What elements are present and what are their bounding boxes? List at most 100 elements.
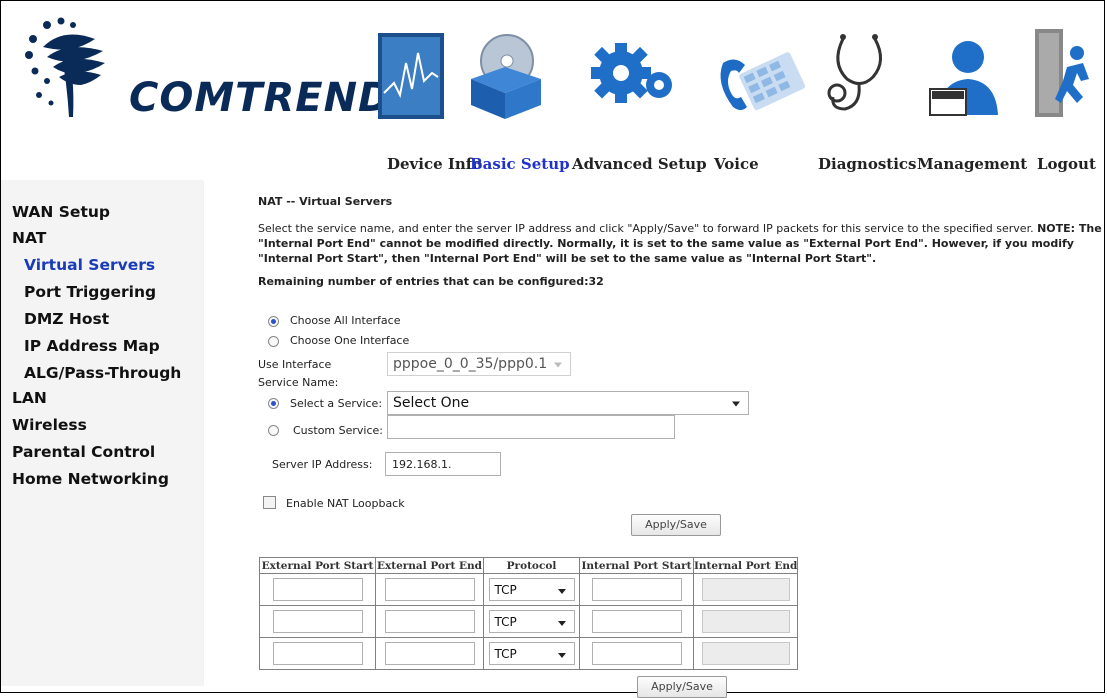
external-port-end-input[interactable] (384, 578, 475, 601)
col-external-port-end: External Port End (375, 557, 484, 574)
choose-one-interface-radio[interactable] (268, 336, 279, 347)
nav-device-info[interactable]: Device Info (387, 155, 482, 173)
protocol-select[interactable]: TCP (488, 642, 575, 665)
table-cell (692, 637, 799, 670)
col-internal-port-start: Internal Port Start (579, 557, 694, 574)
internal-port-end-input (701, 610, 790, 633)
choose-one-interface-label: Choose One Interface (290, 334, 410, 347)
internal-port-end-input (701, 642, 790, 665)
table-cell (375, 573, 484, 606)
comtrend-logo-icon (25, 17, 105, 117)
sidebar-item-nat[interactable]: NAT (12, 229, 46, 247)
table-cell: TCP (483, 637, 580, 670)
custom-service-input[interactable] (387, 415, 675, 439)
protocol-value: TCP (494, 615, 517, 629)
description-text: Select the service name, and enter the s… (258, 222, 1038, 235)
sidebar-item-port-triggering[interactable]: Port Triggering (24, 283, 156, 301)
use-interface-select[interactable]: pppoe_0_0_35/ppp0.1 (387, 352, 571, 376)
chevron-down-icon (557, 653, 566, 658)
sidebar-item-parental-control[interactable]: Parental Control (12, 443, 155, 461)
description: Select the service name, and enter the s… (258, 221, 1107, 266)
col-internal-port-end: Internal Port End (692, 557, 799, 574)
internal-port-start-input[interactable] (591, 578, 682, 601)
external-port-start-input[interactable] (272, 610, 363, 633)
sidebar-item-wan-setup[interactable]: WAN Setup (12, 203, 110, 221)
external-port-start-input[interactable] (272, 642, 363, 665)
chevron-down-icon (554, 362, 562, 368)
nav-advanced-setup[interactable]: Advanced Setup (572, 155, 707, 173)
table-cell (692, 573, 799, 606)
internal-port-end-input (701, 578, 790, 601)
brand-name: COMTREND (129, 75, 393, 121)
table-row: TCP (259, 605, 799, 638)
service-select[interactable]: Select One (387, 391, 749, 415)
internal-port-start-input[interactable] (591, 642, 682, 665)
protocol-value: TCP (494, 647, 517, 661)
sidebar-item-ip-address-map[interactable]: IP Address Map (24, 337, 160, 355)
service-select-value: Select One (393, 395, 470, 411)
sidebar-item-alg-pass-through[interactable]: ALG/Pass-Through (24, 364, 181, 382)
col-external-port-start: External Port Start (259, 557, 376, 574)
service-name-label: Service Name: (258, 376, 339, 389)
nat-loopback-label: Enable NAT Loopback (286, 497, 405, 510)
table-cell (259, 605, 376, 638)
nav-diagnostics[interactable]: Diagnostics (818, 155, 916, 173)
custom-service-radio[interactable] (268, 425, 279, 436)
sidebar-item-dmz-host[interactable]: DMZ Host (24, 310, 109, 328)
main-content: NAT -- Virtual Servers Select the servic… (203, 181, 1107, 698)
monitor-graph-icon[interactable] (376, 23, 446, 121)
page-title: NAT -- Virtual Servers (258, 195, 393, 208)
protocol-select[interactable]: TCP (488, 610, 575, 633)
table-cell (579, 573, 694, 606)
nat-loopback-checkbox[interactable] (263, 496, 276, 509)
protocol-select[interactable]: TCP (488, 578, 575, 601)
sidebar-item-lan[interactable]: LAN (12, 389, 47, 407)
table-cell (579, 605, 694, 638)
server-ip-label: Server IP Address: (272, 458, 373, 471)
external-port-end-input[interactable] (384, 642, 475, 665)
table-cell (375, 637, 484, 670)
choose-all-interface-radio[interactable] (268, 316, 279, 327)
select-service-label: Select a Service: (290, 397, 383, 410)
external-port-end-input[interactable] (384, 610, 475, 633)
port-table: External Port Start External Port End Pr… (259, 557, 799, 670)
table-header-row: External Port Start External Port End Pr… (259, 557, 799, 574)
select-service-radio[interactable] (268, 398, 279, 409)
protocol-value: TCP (494, 583, 517, 597)
choose-all-interface-label: Choose All Interface (290, 314, 401, 327)
sidebar-item-virtual-servers[interactable]: Virtual Servers (24, 256, 155, 274)
table-cell: TCP (483, 573, 580, 606)
apply-save-button[interactable]: Apply/Save (631, 514, 721, 536)
table-cell (259, 573, 376, 606)
sidebar: WAN Setup NAT Virtual Servers Port Trigg… (1, 181, 203, 686)
server-ip-input[interactable]: 192.168.1. (385, 452, 501, 476)
nav-voice[interactable]: Voice (714, 155, 759, 173)
phone-keypad-icon[interactable] (711, 23, 807, 121)
internal-port-start-input[interactable] (591, 610, 682, 633)
use-interface-label: Use Interface (258, 358, 332, 371)
chevron-down-icon (557, 621, 566, 626)
header: COMTREND Device Info Basic Setup Advance… (1, 1, 1104, 176)
chevron-down-icon (732, 401, 740, 407)
nav-logout[interactable]: Logout (1037, 155, 1096, 173)
nav-management[interactable]: Management (917, 155, 1027, 173)
table-cell (375, 605, 484, 638)
external-port-start-input[interactable] (272, 578, 363, 601)
table-row: TCP (259, 573, 799, 606)
stethoscope-icon[interactable] (821, 23, 901, 121)
nav-basic-setup[interactable]: Basic Setup (470, 155, 570, 173)
sidebar-item-home-networking[interactable]: Home Networking (12, 470, 169, 488)
custom-service-label: Custom Service: (293, 424, 383, 437)
table-row: TCP (259, 637, 799, 670)
table-cell: TCP (483, 605, 580, 638)
remaining-entries: Remaining number of entries that can be … (258, 275, 604, 288)
table-cell (692, 605, 799, 638)
col-protocol: Protocol (483, 557, 580, 574)
use-interface-value: pppoe_0_0_35/ppp0.1 (393, 356, 548, 372)
sidebar-item-wireless[interactable]: Wireless (12, 416, 87, 434)
exit-door-icon[interactable] (1031, 23, 1095, 121)
note-text: "Internal Port End" cannot be modified d… (258, 237, 1074, 265)
user-laptop-icon[interactable] (924, 23, 1004, 121)
gear-icon[interactable] (581, 23, 681, 121)
setup-box-disc-icon[interactable] (461, 23, 547, 121)
